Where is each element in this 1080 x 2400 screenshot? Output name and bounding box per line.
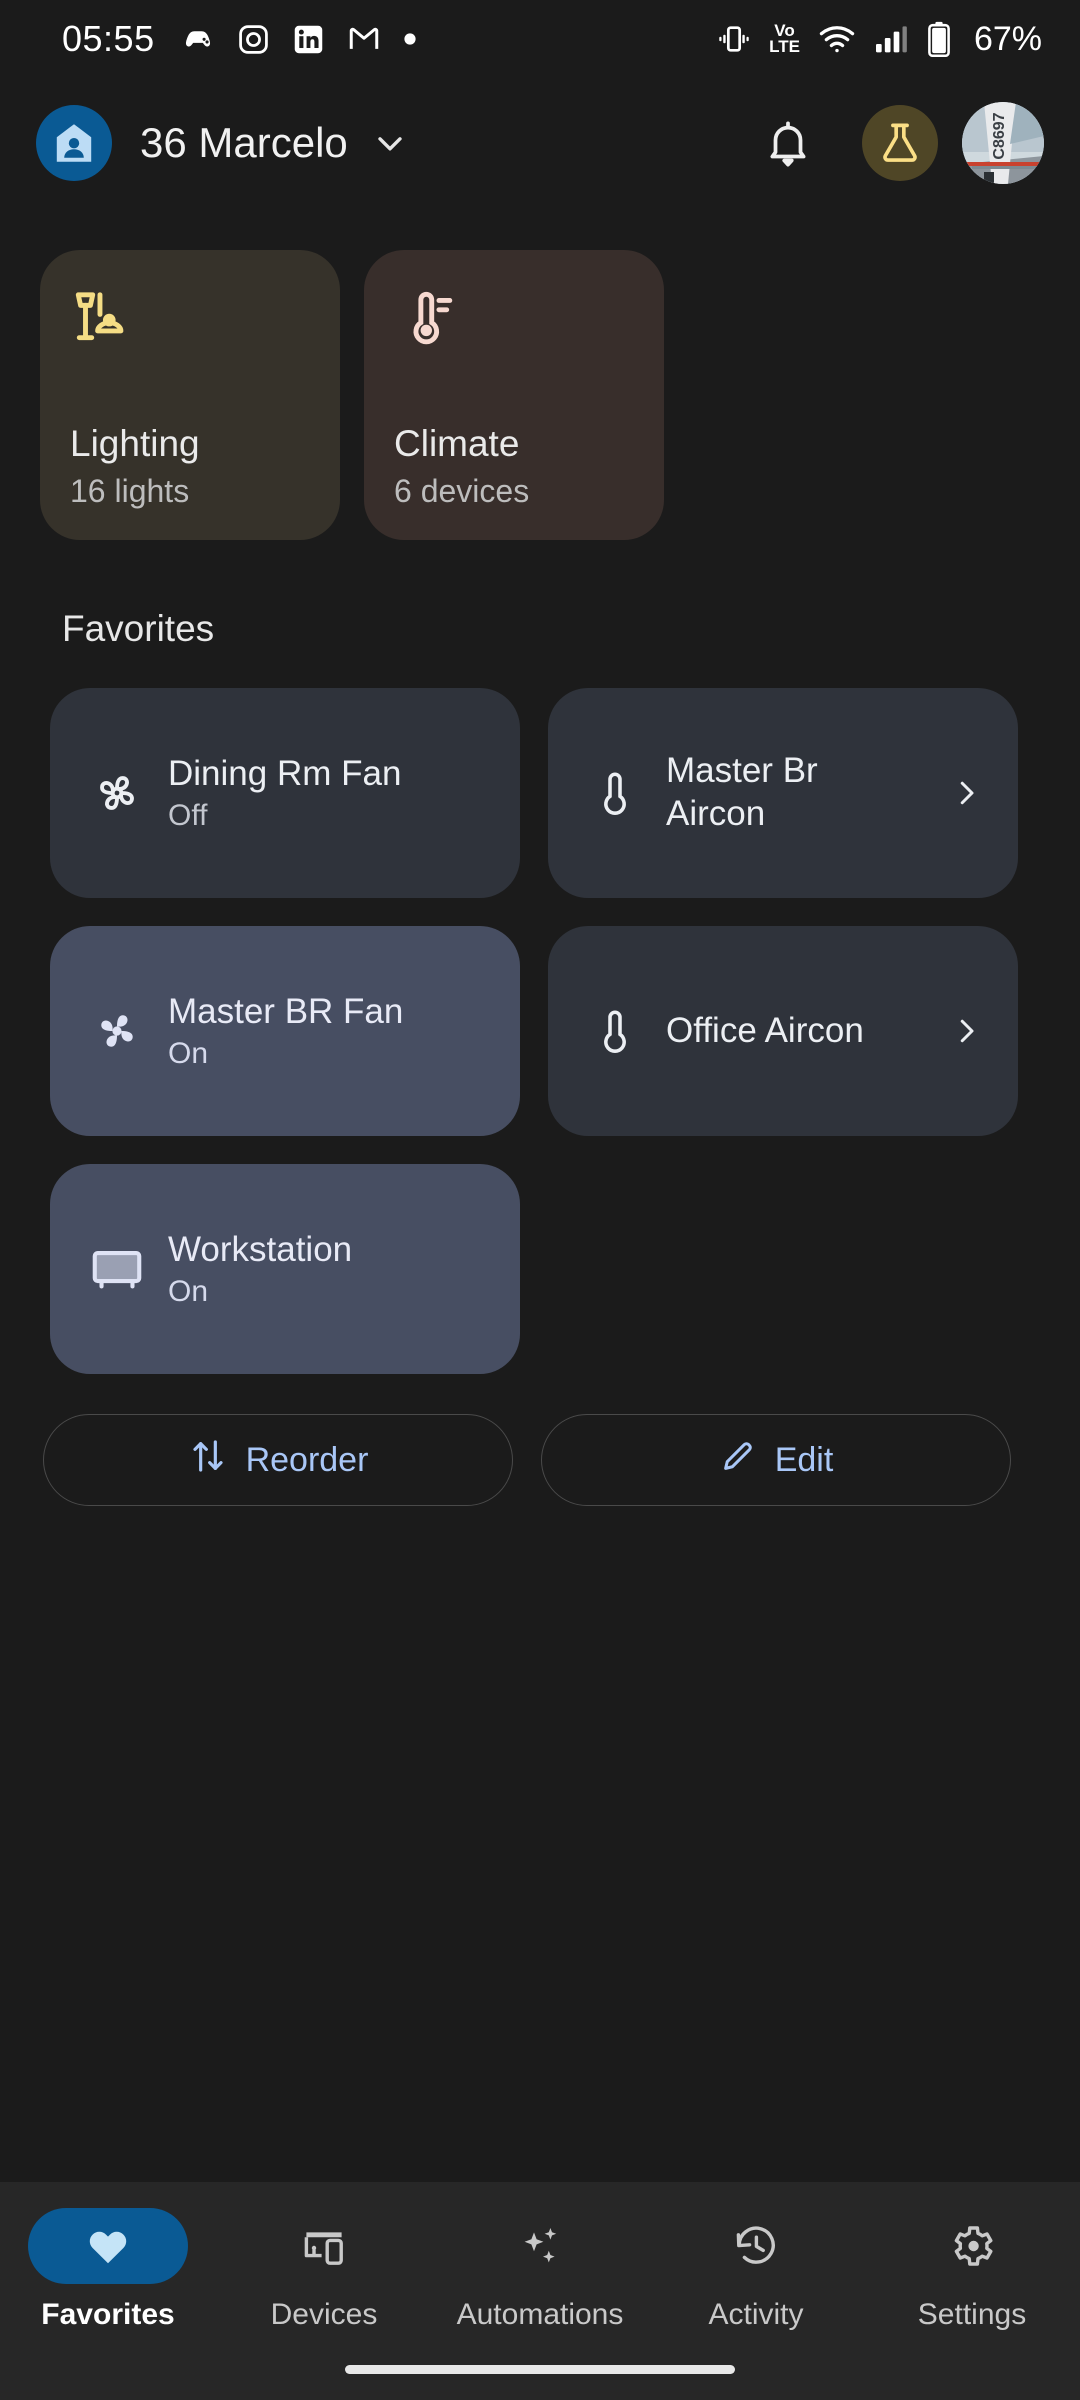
favorites-section-title: Favorites — [62, 608, 215, 649]
area-card-climate[interactable]: Climate 6 devices — [364, 250, 664, 540]
pencil-icon — [719, 1437, 757, 1484]
favorite-state: On — [168, 1275, 209, 1309]
svg-text:C8697: C8697 — [991, 112, 1008, 159]
favorites-actions: Reorder Edit — [0, 1374, 1080, 1506]
favorite-card-workstation[interactable]: Workstation On — [50, 1164, 520, 1374]
nav-item-automations[interactable]: Automations — [432, 2208, 648, 2332]
nav-label: Favorites — [41, 2298, 175, 2331]
nav-label: Automations — [456, 2298, 624, 2331]
battery-percent-label: 67% — [973, 19, 1042, 58]
nav-item-activity[interactable]: Activity — [648, 2208, 864, 2332]
dot-icon — [403, 32, 417, 46]
favorite-card-master-br-fan[interactable]: Master BR Fan On — [50, 926, 520, 1136]
favorite-name: Workstation — [168, 1229, 353, 1269]
floor-lamp-icon — [70, 286, 310, 356]
volte-icon: Vo LTE — [769, 22, 800, 56]
nav-label: Activity — [708, 2298, 804, 2331]
cellular-signal-icon — [874, 24, 908, 54]
battery-icon — [926, 21, 952, 57]
status-bar: 05:55 Vo LTE 67% — [0, 0, 1080, 78]
favorite-name: Dining Rm Fan — [168, 753, 402, 793]
nav-item-devices[interactable]: Devices — [216, 2208, 432, 2332]
bottom-navigation: Favorites Devices Automations Activity S… — [0, 2182, 1080, 2400]
chevron-right-icon[interactable] — [940, 1013, 984, 1049]
status-bar-time: 05:55 — [62, 18, 155, 59]
home-person-icon[interactable] — [36, 105, 112, 181]
vibrate-icon — [717, 22, 751, 56]
favorite-state: On — [168, 1037, 209, 1071]
flask-icon[interactable] — [862, 105, 938, 181]
gear-icon — [892, 2208, 1052, 2284]
swap-vertical-icon — [188, 1436, 228, 1485]
fan-icon — [80, 1002, 154, 1060]
edit-button[interactable]: Edit — [541, 1414, 1011, 1506]
home-name-label[interactable]: 36 Marcelo — [140, 119, 348, 167]
home-indicator[interactable] — [345, 2365, 735, 2374]
area-subtitle: 6 devices — [394, 473, 530, 509]
edit-label: Edit — [774, 1440, 834, 1479]
favorite-name: Office Aircon — [666, 1010, 864, 1050]
tv-icon — [80, 1240, 154, 1298]
volte-bottom-label: LTE — [769, 37, 800, 56]
status-bar-system-icons: Vo LTE 67% — [717, 20, 1042, 59]
area-title: Lighting — [70, 423, 200, 465]
favorite-card-office-aircon[interactable]: Office Aircon — [548, 926, 1018, 1136]
sparkles-icon — [460, 2208, 620, 2284]
status-bar-notification-icons — [181, 22, 417, 56]
gmail-icon — [347, 22, 381, 56]
favorite-state: Off — [168, 799, 208, 833]
thermostat-icon — [578, 768, 652, 818]
thermostat-icon — [578, 1006, 652, 1056]
game-controller-icon — [181, 22, 215, 56]
devices-icon — [244, 2208, 404, 2284]
reorder-label: Reorder — [245, 1440, 369, 1479]
history-icon — [676, 2208, 836, 2284]
linkedin-icon — [292, 23, 325, 56]
nav-item-favorites[interactable]: Favorites — [0, 2208, 216, 2332]
avatar[interactable]: C8697 — [962, 102, 1044, 184]
nav-item-settings[interactable]: Settings — [864, 2208, 1080, 2332]
chevron-right-icon[interactable] — [940, 775, 984, 811]
area-subtitle: 16 lights — [70, 473, 190, 509]
bell-icon[interactable] — [750, 105, 826, 181]
favorite-name: Master BR Fan — [168, 991, 404, 1031]
favorites-grid: Dining Rm Fan Off Master Br Aircon Maste… — [0, 650, 1080, 1374]
nav-label: Devices — [270, 2298, 378, 2331]
thermometer-icon — [394, 286, 634, 356]
area-card-lighting[interactable]: Lighting 16 lights — [40, 250, 340, 540]
nav-label: Settings — [917, 2298, 1027, 2331]
chevron-down-icon[interactable] — [370, 123, 410, 163]
fan-icon — [80, 764, 154, 822]
instagram-icon — [237, 23, 270, 56]
favorite-name: Master Br Aircon — [666, 751, 818, 833]
favorite-card-dining-rm-fan[interactable]: Dining Rm Fan Off — [50, 688, 520, 898]
favorite-card-master-br-aircon[interactable]: Master Br Aircon — [548, 688, 1018, 898]
area-title: Climate — [394, 423, 520, 465]
reorder-button[interactable]: Reorder — [43, 1414, 513, 1506]
heart-icon — [28, 2208, 188, 2284]
wifi-icon — [818, 23, 856, 55]
area-cards: Lighting 16 lights Climate 6 devices — [0, 208, 1080, 540]
app-header: 36 Marcelo C8697 — [0, 78, 1080, 208]
